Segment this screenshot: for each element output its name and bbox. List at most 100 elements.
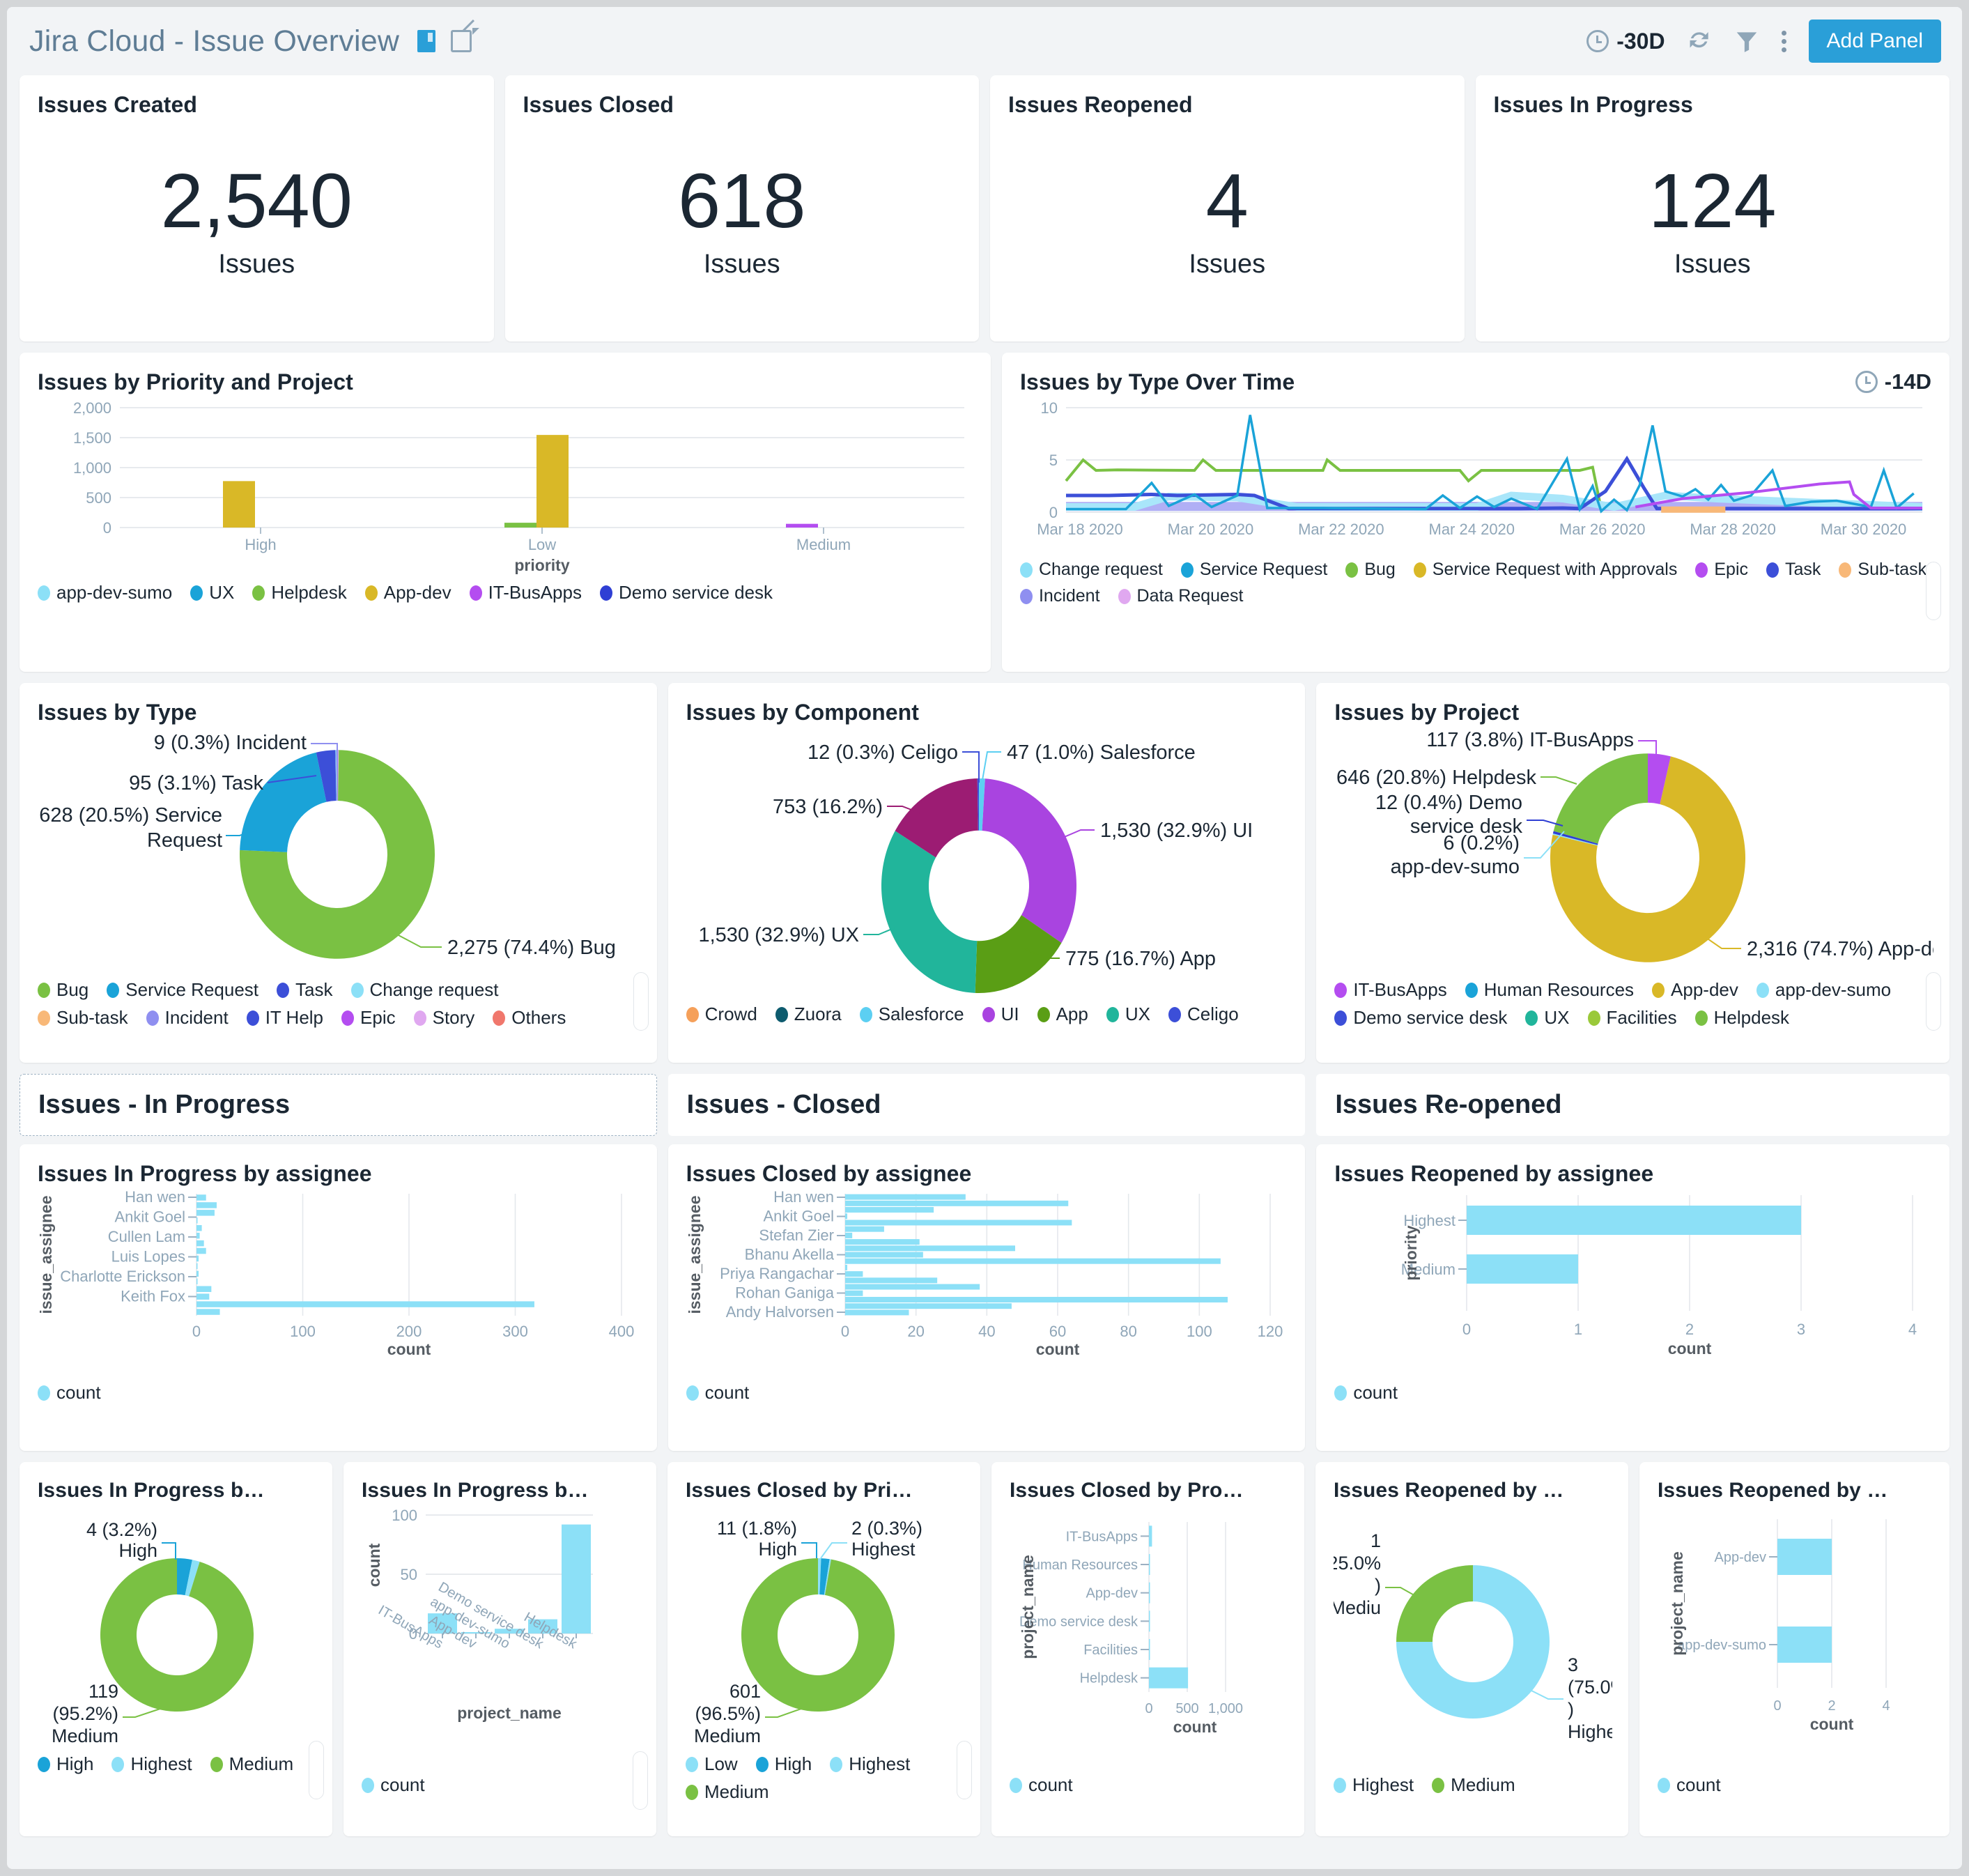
bar[interactable] bbox=[1149, 1667, 1189, 1689]
panel-reopened-by-priority[interactable]: Issues Reopened by … 1(25.0%)Mediu3(75.0… bbox=[1315, 1462, 1628, 1836]
legend-item[interactable]: count bbox=[686, 1382, 749, 1404]
bar[interactable] bbox=[196, 1240, 204, 1247]
legend-item[interactable]: UI bbox=[982, 1004, 1019, 1025]
legend-item[interactable]: Highest bbox=[830, 1753, 910, 1775]
panel-in-progress-by-priority[interactable]: Issues In Progress b… 4 (3.2%) High 119 (95… bbox=[20, 1462, 332, 1836]
legend-item[interactable]: Highest bbox=[111, 1753, 192, 1775]
bar[interactable] bbox=[844, 1226, 884, 1232]
legend-item[interactable]: app-dev-sumo bbox=[38, 582, 172, 603]
legend-scrollbar[interactable] bbox=[957, 1741, 972, 1799]
legend-item[interactable]: UX bbox=[1106, 1004, 1150, 1025]
panel-issues-by-type-over-time[interactable]: Issues by Type Over Time -14D 0 5 10 Mar 18… bbox=[1001, 353, 1949, 672]
bar[interactable] bbox=[844, 1309, 909, 1316]
legend-item[interactable]: Task bbox=[277, 979, 333, 1001]
bar[interactable] bbox=[196, 1217, 198, 1224]
donut-slice[interactable] bbox=[1554, 753, 1648, 844]
legend-item[interactable]: count bbox=[362, 1774, 425, 1796]
donut-slice[interactable] bbox=[100, 1558, 254, 1712]
bar[interactable] bbox=[223, 481, 255, 528]
kpi-issues-closed[interactable]: Issues Closed 618 Issues bbox=[504, 75, 979, 341]
legend-item[interactable]: IT-BusApps bbox=[1334, 979, 1447, 1001]
legend-item[interactable]: Story bbox=[413, 1007, 474, 1029]
donut-slice[interactable] bbox=[741, 1558, 895, 1712]
section-header-in-progress[interactable]: Issues - In Progress bbox=[20, 1074, 657, 1136]
legend-item[interactable]: Sub-task bbox=[38, 1007, 128, 1029]
legend-item[interactable]: count bbox=[38, 1382, 101, 1404]
legend-item[interactable]: Salesforce bbox=[859, 1004, 964, 1025]
bar[interactable] bbox=[196, 1278, 198, 1285]
panel-issues-by-project[interactable]: Issues by Project 117 (3.8%) IT-BusApps 6… bbox=[1316, 683, 1949, 1063]
bar[interactable] bbox=[786, 523, 818, 528]
legend-item[interactable]: Highest bbox=[1334, 1774, 1414, 1796]
donut-slice[interactable] bbox=[881, 831, 977, 993]
panel-closed-by-project[interactable]: Issues Closed by Pro… 0 500 1,000 IT-BusApp… bbox=[991, 1462, 1304, 1836]
legend-item[interactable]: Bug bbox=[1345, 560, 1396, 580]
legend-item[interactable]: Celigo bbox=[1168, 1004, 1239, 1025]
panel-in-progress-by-assignee[interactable]: Issues In Progress by assignee 0 100 200 30… bbox=[20, 1144, 657, 1451]
legend-item[interactable]: Others bbox=[493, 1007, 566, 1029]
bar[interactable] bbox=[196, 1255, 199, 1262]
panel-issues-by-component[interactable]: Issues by Component 12 (0.3%) Celigo 47 (… bbox=[667, 683, 1306, 1063]
panel-issues-by-type[interactable]: Issues by Type 9 (0.3%) Incident 95 (3.1%… bbox=[20, 683, 657, 1063]
legend-item[interactable]: Epic bbox=[1695, 560, 1748, 580]
legend-item[interactable]: count bbox=[1658, 1774, 1721, 1796]
panel-reopened-by-assignee[interactable]: Issues Reopened by assignee 0 1 2 3 4 Highest… bbox=[1316, 1144, 1949, 1451]
section-header-reopened[interactable]: Issues Re-opened bbox=[1316, 1074, 1949, 1136]
bar[interactable] bbox=[1467, 1206, 1802, 1235]
filter-icon[interactable] bbox=[1734, 28, 1760, 54]
legend-item[interactable]: App-dev bbox=[364, 582, 451, 603]
legend-scrollbar[interactable] bbox=[633, 1751, 648, 1810]
bar[interactable] bbox=[196, 1224, 202, 1231]
bar[interactable] bbox=[196, 1202, 217, 1208]
bar[interactable] bbox=[844, 1207, 934, 1213]
bar[interactable] bbox=[196, 1263, 198, 1270]
section-header-closed[interactable]: Issues - Closed bbox=[667, 1074, 1306, 1136]
bar[interactable] bbox=[844, 1239, 920, 1245]
bar[interactable] bbox=[844, 1284, 980, 1290]
bar[interactable] bbox=[196, 1309, 220, 1315]
legend-item[interactable]: Incident bbox=[146, 1007, 229, 1029]
legend-item[interactable]: Helpdesk bbox=[252, 582, 347, 603]
legend-item[interactable]: App-dev bbox=[1652, 979, 1738, 1001]
legend-item[interactable]: Change request bbox=[350, 979, 499, 1001]
bar[interactable] bbox=[844, 1200, 1068, 1206]
bar[interactable] bbox=[1149, 1525, 1152, 1547]
legend-scrollbar[interactable] bbox=[1926, 562, 1941, 620]
donut-slice[interactable] bbox=[240, 752, 327, 852]
kpi-issues-reopened[interactable]: Issues Reopened 4 Issues bbox=[990, 75, 1465, 341]
legend-item[interactable]: count bbox=[1010, 1774, 1073, 1796]
legend-item[interactable]: High bbox=[755, 1753, 812, 1775]
bar[interactable] bbox=[196, 1194, 206, 1201]
legend-item[interactable]: Zuora bbox=[775, 1004, 842, 1025]
legend-item[interactable]: Helpdesk bbox=[1694, 1007, 1789, 1029]
bar[interactable] bbox=[1777, 1627, 1832, 1663]
legend-item[interactable]: Facilities bbox=[1587, 1007, 1677, 1029]
donut-slice[interactable] bbox=[1396, 1565, 1473, 1642]
bar[interactable] bbox=[1149, 1610, 1150, 1632]
bar[interactable] bbox=[1149, 1639, 1150, 1660]
bar[interactable] bbox=[196, 1210, 215, 1216]
more-options-icon[interactable] bbox=[1781, 30, 1788, 52]
legend-item[interactable]: Crowd bbox=[686, 1004, 757, 1025]
legend-item[interactable]: IT-BusApps bbox=[469, 582, 582, 603]
bar[interactable] bbox=[844, 1252, 923, 1258]
legend-item[interactable]: Bug bbox=[38, 979, 88, 1001]
legend-item[interactable]: Change request bbox=[1019, 560, 1163, 580]
bar[interactable] bbox=[844, 1271, 863, 1277]
legend-item[interactable]: Demo service desk bbox=[599, 582, 773, 603]
legend-item[interactable]: Epic bbox=[341, 1007, 396, 1029]
legend-scrollbar[interactable] bbox=[633, 972, 649, 1031]
legend-item[interactable]: Human Resources bbox=[1465, 979, 1634, 1001]
legend-item[interactable]: Incident bbox=[1019, 586, 1100, 606]
legend-item[interactable]: count bbox=[1334, 1382, 1398, 1404]
legend-item[interactable]: app-dev-sumo bbox=[1756, 979, 1891, 1001]
bar[interactable] bbox=[196, 1286, 212, 1292]
panel-issues-by-priority-and-project[interactable]: Issues by Priority and Project 0 500 1,000… bbox=[20, 353, 991, 672]
bar[interactable] bbox=[844, 1232, 852, 1238]
bar[interactable] bbox=[1149, 1582, 1150, 1604]
legend-item[interactable]: Data Request bbox=[1118, 586, 1243, 606]
legend-item[interactable]: Medium bbox=[1432, 1774, 1515, 1796]
legend-item[interactable]: Service Request bbox=[1180, 560, 1327, 580]
panel-in-progress-by-project[interactable]: Issues In Progress b… 0 50 100 IT-BusApps Ap… bbox=[343, 1462, 656, 1836]
bar[interactable] bbox=[844, 1194, 966, 1200]
